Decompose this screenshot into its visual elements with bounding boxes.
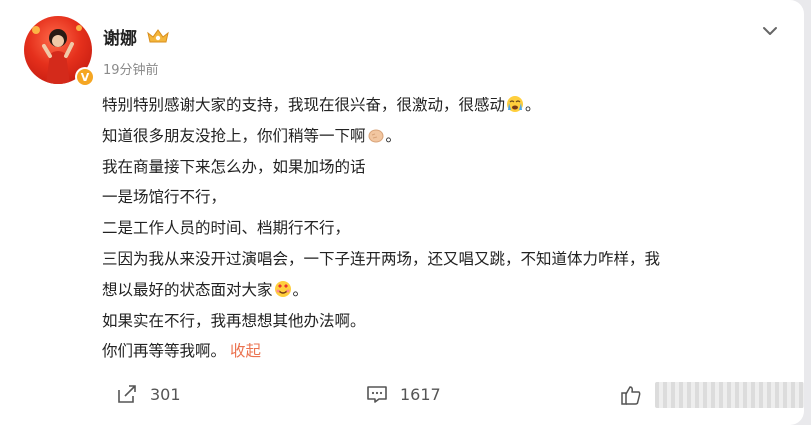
- comment-button[interactable]: 1617: [366, 383, 441, 405]
- post-card: V 谢娜 19分钟前 特别特别感谢大家的支持，我现在很兴奋，很激动，很感动。 知…: [0, 0, 804, 425]
- text-line: 一是场馆行不行，: [102, 188, 227, 207]
- verified-badge: V: [75, 67, 95, 87]
- like-button[interactable]: [620, 380, 642, 410]
- post-time[interactable]: 19分钟前: [103, 59, 159, 78]
- text-line: 你们再等等我啊。 收起: [102, 342, 262, 361]
- repost-icon: [118, 385, 136, 403]
- crying-emoji-icon: [506, 93, 524, 112]
- text-line: 我在商量接下来怎么办，如果加场的话: [102, 157, 366, 176]
- collapse-link[interactable]: 收起: [230, 342, 261, 360]
- repost-count: 301: [150, 384, 181, 404]
- post-text: 特别特别感谢大家的支持，我现在很兴奋，很激动，很感动。 知道很多朋友没抢上，你们…: [102, 90, 792, 367]
- action-bar: 301 1617: [0, 380, 804, 410]
- verified-v-icon: V: [77, 69, 93, 85]
- obscured-like-count: [655, 382, 804, 408]
- comment-count: 1617: [400, 384, 441, 404]
- text-line: 三因为我从来没开过演唱会，一下子连开两场，还又唱又跳，不知道体力咋样，我: [102, 249, 661, 268]
- repost-button[interactable]: 301: [116, 383, 181, 405]
- more-chevron-icon[interactable]: [760, 21, 780, 41]
- text-line: 如果实在不行，我再想想其他办法啊。: [102, 311, 366, 330]
- author-name[interactable]: 谢娜: [103, 24, 137, 49]
- comment-icon: [367, 386, 387, 403]
- text-line: 二是工作人员的时间、档期行不行，: [102, 219, 351, 238]
- love-emoji-icon: [274, 278, 292, 297]
- vip-crown-badge-icon[interactable]: [146, 27, 170, 49]
- text-line: 知道很多朋友没抢上，你们稍等一下啊。: [102, 121, 792, 152]
- text-line: 特别特别感谢大家的支持，我现在很兴奋，很激动，很感动。: [102, 90, 792, 121]
- text-line: 想以最好的状态面对大家。: [102, 275, 792, 306]
- palm-emoji-icon: [367, 124, 385, 143]
- like-icon: [621, 386, 641, 405]
